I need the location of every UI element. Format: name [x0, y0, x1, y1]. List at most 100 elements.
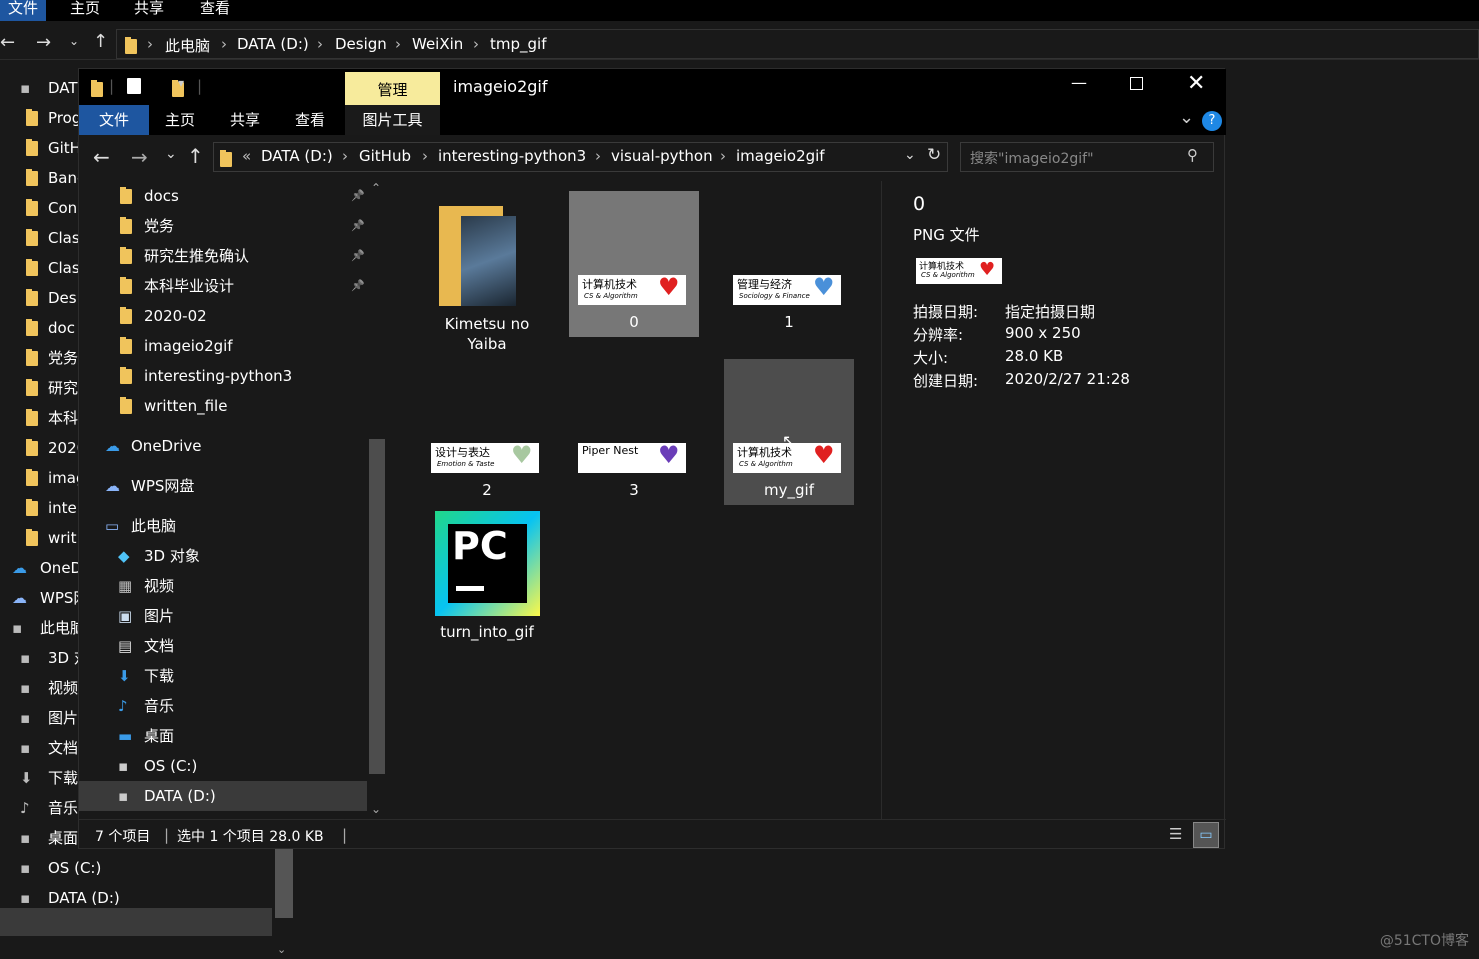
- tab-picture-tools[interactable]: 图片工具: [345, 105, 440, 135]
- breadcrumb-bar[interactable]: « DATA (D:) › GitHub › interesting-pytho…: [213, 142, 948, 172]
- back-nav-item[interactable]: Clas: [0, 253, 80, 283]
- nav-item[interactable]: ▦ 视频: [79, 571, 367, 601]
- nav-item[interactable]: ☁ WPS网盘: [79, 471, 367, 501]
- breadcrumb-item[interactable]: DATA (D:): [237, 35, 309, 53]
- back-nav-item[interactable]: inte: [0, 493, 77, 523]
- back-nav-item[interactable]: doc: [0, 313, 75, 343]
- back-nav-item[interactable]: Desi: [0, 283, 81, 313]
- nav-item[interactable]: ▪ OS (C:): [79, 751, 367, 781]
- back-nav-item[interactable]: 党务: [0, 343, 78, 373]
- back-nav-item[interactable]: ☁ WPS网: [0, 583, 88, 613]
- close-icon[interactable]: ✕: [1187, 71, 1205, 96]
- minimize-icon[interactable]: —: [1071, 73, 1087, 92]
- nav-item[interactable]: ◆ 3D 对象: [79, 541, 367, 571]
- back-nav-item[interactable]: Prog: [0, 103, 81, 133]
- ribbon-expand-icon[interactable]: ⌄: [1179, 107, 1194, 128]
- back-nav-item[interactable]: imag: [0, 463, 86, 493]
- breadcrumb-item[interactable]: imageio2gif: [736, 147, 825, 165]
- back-nav-item[interactable]: ▪ 3D 对: [0, 643, 89, 673]
- nav-item[interactable]: ☁ OneDrive: [79, 431, 367, 461]
- file-tile[interactable]: Piper Nest ♥ 3: [569, 359, 699, 505]
- nav-scrollbar-thumb[interactable]: [369, 439, 385, 774]
- search-input[interactable]: 搜索"imageio2gif": [970, 148, 1094, 168]
- nav-item[interactable]: docs 📌: [79, 181, 367, 211]
- nav-item[interactable]: ⬇ 下载: [79, 661, 367, 691]
- forward-arrow-icon[interactable]: →: [131, 145, 148, 169]
- breadcrumb-item[interactable]: Design: [335, 35, 387, 53]
- pin-icon[interactable]: 📌: [351, 211, 365, 241]
- back-arrow-icon[interactable]: ←: [0, 32, 15, 53]
- properties-icon[interactable]: [127, 78, 141, 94]
- nav-item[interactable]: ▪ DATA (D:): [79, 781, 367, 811]
- nav-item[interactable]: interesting-python3: [79, 361, 367, 391]
- file-tile[interactable]: 设计与表达 Emotion & Taste ♥ 2: [422, 359, 552, 505]
- back-nav-item[interactable]: 本科: [0, 403, 78, 433]
- nav-item[interactable]: ▤ 文档: [79, 631, 367, 661]
- back-nav-item[interactable]: ▪ DAT: [0, 73, 78, 103]
- back-nav-item[interactable]: ▪ 桌面: [0, 823, 78, 853]
- back-nav-item[interactable]: writ: [0, 523, 76, 553]
- breadcrumb-item[interactable]: visual-python: [611, 147, 713, 165]
- details-view-icon[interactable]: ☰: [1169, 825, 1182, 843]
- file-tile[interactable]: 管理与经济 Sociology & Finance ♥ 1: [724, 191, 854, 337]
- recent-locations-icon[interactable]: ⌄: [165, 146, 177, 162]
- back-breadcrumb[interactable]: › 此电脑 › DATA (D:) › Design › WeiXin › tm…: [116, 29, 1479, 59]
- breadcrumb-item[interactable]: tmp_gif: [490, 35, 546, 53]
- pin-icon[interactable]: 📌: [351, 271, 365, 301]
- breadcrumb-item[interactable]: 此电脑: [165, 35, 210, 56]
- nav-item[interactable]: imageio2gif: [79, 331, 367, 361]
- forward-arrow-icon[interactable]: →: [36, 32, 51, 53]
- back-nav-item[interactable]: ☁ OneD: [0, 553, 82, 583]
- scroll-up-icon[interactable]: ⌃: [371, 181, 381, 195]
- address-dropdown-icon[interactable]: ⌄: [904, 147, 916, 163]
- breadcrumb-item[interactable]: GitHub: [359, 147, 411, 165]
- tab-home[interactable]: 主页: [165, 105, 195, 135]
- search-icon[interactable]: ⚲: [1187, 146, 1198, 164]
- back-tab-view[interactable]: 查看: [192, 0, 238, 21]
- back-tab-file[interactable]: 文件: [0, 0, 47, 21]
- back-nav-item[interactable]: ▪ 文档: [0, 733, 78, 763]
- back-nav-item[interactable]: ⬇ 下载: [0, 763, 78, 793]
- search-box[interactable]: 搜索"imageio2gif" ⚲: [960, 142, 1214, 172]
- back-nav-item[interactable]: ▪ 此电脑: [0, 613, 85, 643]
- nav-item[interactable]: ♪ 音乐: [79, 691, 367, 721]
- nav-item[interactable]: 本科毕业设计 📌: [79, 271, 367, 301]
- nav-item[interactable]: ▬ 桌面: [79, 721, 367, 751]
- back-tab-share[interactable]: 共享: [126, 0, 172, 21]
- back-nav-item[interactable]: ▪ 图片: [0, 703, 78, 733]
- nav-item[interactable]: written_file: [79, 391, 367, 421]
- pin-icon[interactable]: 📌: [351, 241, 365, 271]
- scroll-down-icon[interactable]: ⌄: [371, 802, 381, 816]
- file-tile[interactable]: Kimetsu no Yaiba: [422, 191, 552, 353]
- back-nav-item[interactable]: 研究: [0, 373, 78, 403]
- chevron-down-icon[interactable]: ⌄: [69, 34, 79, 48]
- refresh-icon[interactable]: ↻: [927, 145, 941, 165]
- back-nav-scrollbar[interactable]: [275, 848, 293, 918]
- scroll-down-icon[interactable]: ⌄: [277, 943, 286, 956]
- nav-item[interactable]: ▣ 图片: [79, 601, 367, 631]
- maximize-icon[interactable]: [1130, 77, 1143, 90]
- nav-item[interactable]: 2020-02: [79, 301, 367, 331]
- nav-item[interactable]: 研究生推免确认 📌: [79, 241, 367, 271]
- back-nav-item[interactable]: GitH: [0, 133, 81, 163]
- nav-item[interactable]: ▭ 此电脑: [79, 511, 367, 541]
- back-arrow-icon[interactable]: ←: [93, 145, 110, 169]
- pin-icon[interactable]: 📌: [351, 181, 365, 211]
- back-nav-item[interactable]: Clas: [0, 223, 80, 253]
- file-tile[interactable]: 计算机技术 CS & Algorithm ♥ 0: [569, 191, 699, 337]
- nav-item[interactable]: 党务 📌: [79, 211, 367, 241]
- back-nav-item[interactable]: Banc: [0, 163, 85, 193]
- tab-file[interactable]: 文件: [79, 105, 149, 135]
- breadcrumb-item[interactable]: DATA (D:): [261, 147, 333, 165]
- up-arrow-icon[interactable]: ↑: [93, 31, 108, 52]
- large-icons-view-icon[interactable]: ▭: [1193, 822, 1219, 848]
- quick-access-dropdown-icon[interactable]: ▾: [178, 76, 184, 90]
- file-tile[interactable]: PC turn_into_gif: [422, 511, 552, 657]
- breadcrumb-item[interactable]: interesting-python3: [438, 147, 586, 165]
- back-tab-home[interactable]: 主页: [62, 0, 108, 21]
- tab-share[interactable]: 共享: [230, 105, 260, 135]
- up-arrow-icon[interactable]: ↑: [187, 144, 204, 168]
- back-nav-item[interactable]: ▪ OS (C:): [0, 853, 101, 883]
- back-nav-item[interactable]: Con: [0, 193, 77, 223]
- breadcrumb-item[interactable]: WeiXin: [412, 35, 463, 53]
